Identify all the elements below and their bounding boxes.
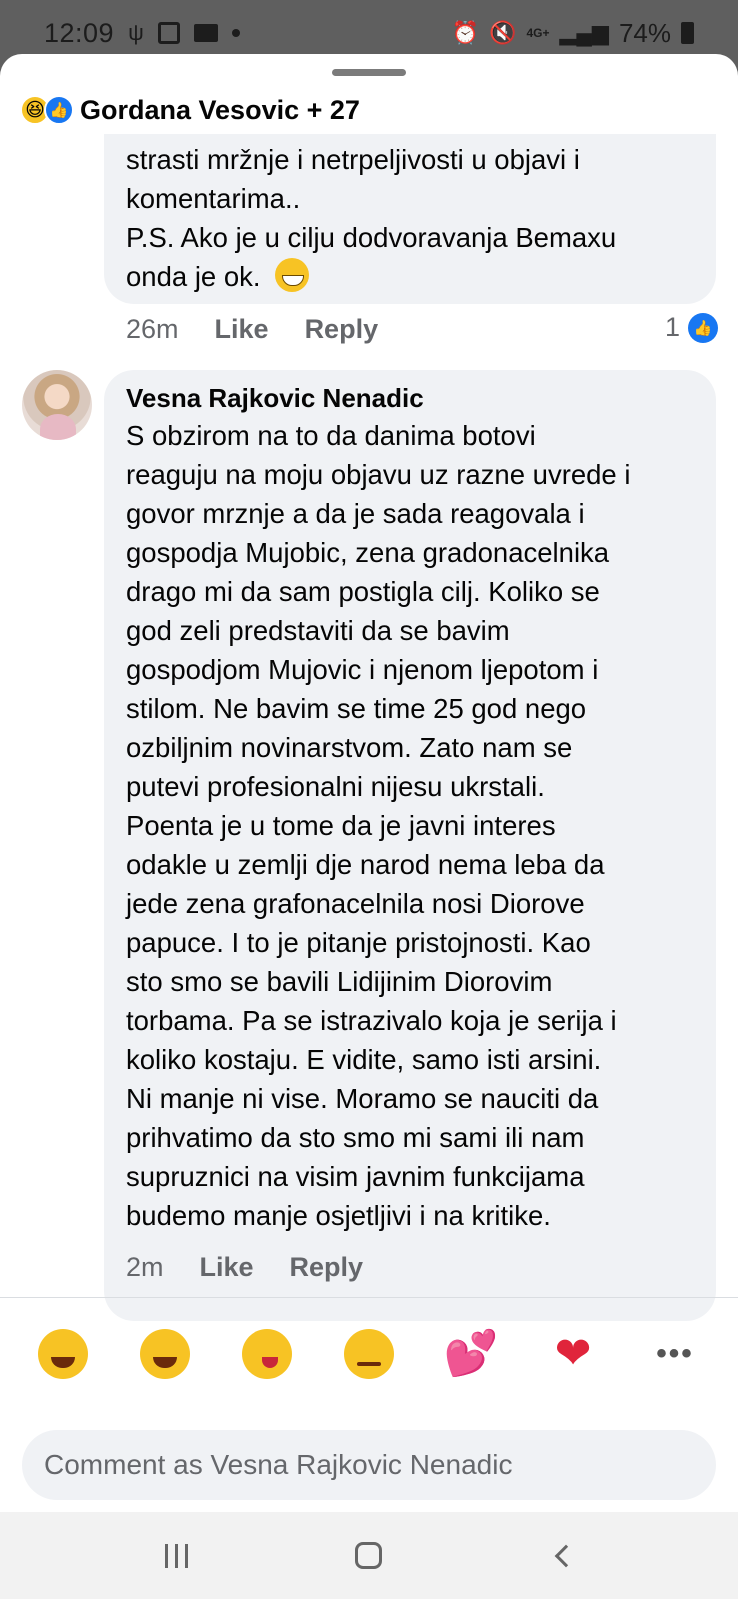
comment-line: reaguju na moju objavu uz razne uvrede i — [126, 459, 631, 490]
comment-actions: 26m Like Reply — [126, 314, 414, 345]
like-button[interactable]: Like — [200, 1252, 254, 1283]
mail-icon — [193, 24, 218, 42]
comment-line: komentarima.. — [126, 183, 301, 214]
comment-line: Ni manje ni vise. Moramo se nauciti da — [126, 1083, 599, 1114]
reply-button[interactable]: Reply — [290, 1252, 364, 1283]
dot-icon — [231, 29, 240, 37]
comment-line: papuce. I to je pitanje pristojnosti. Ka… — [126, 927, 591, 958]
comment-composer[interactable] — [22, 1430, 716, 1500]
like-badge-icon: 👍 — [688, 312, 718, 343]
comment-line: Poenta je u tome da je javni interes — [126, 810, 556, 841]
grinning-emoji-icon[interactable] — [138, 1327, 192, 1381]
comment-line: ozbiljnim novinarstvom. Zato nam se — [126, 732, 573, 763]
comment-line: gospodjom Mujovic i njenom ljepotom i — [126, 654, 599, 685]
reactors-names: Gordana Vesovic + 27 — [80, 94, 360, 125]
image-icon — [157, 22, 180, 44]
quick-emoji-bar: 💕 ❤ ••• — [0, 1324, 738, 1384]
back-icon — [554, 1544, 577, 1567]
network-label: 4G+ — [526, 26, 550, 40]
beating-heart-emoji-icon[interactable]: ❤ — [546, 1327, 600, 1381]
comment-line: onda je ok. — [126, 257, 694, 296]
avatar[interactable] — [22, 370, 92, 440]
comment-line: putevi profesionalni nijesu ukrstali. — [126, 771, 545, 802]
comment-line: gospodja Mujobic, zena gradonacelnika — [126, 537, 610, 568]
more-emojis-icon[interactable]: ••• — [648, 1327, 702, 1381]
alarm-icon: ⏰ — [451, 20, 480, 45]
navigation-bar — [0, 1512, 738, 1599]
comments-sheet: 😆 👍 Gordana Vesovic + 27 strasti mržnje … — [0, 54, 738, 1512]
comment-line: sto smo se bavili Lidijinim Diorovim — [126, 966, 553, 997]
mute-icon: 🔇 — [489, 20, 517, 45]
comment-time: 26m — [126, 314, 179, 344]
drag-handle[interactable] — [332, 69, 406, 76]
grinning-emoji-icon — [274, 258, 309, 292]
comment-line: god zeli predstaviti da se bavim — [126, 615, 510, 646]
comment-bubble[interactable]: strasti mržnje i netrpeljivosti u objavi… — [104, 134, 716, 304]
comment-line: torbama. Pa se istrazivalo koja je serij… — [126, 1005, 617, 1036]
rolling-laughing-emoji-icon[interactable] — [36, 1327, 90, 1381]
comment-line: jede zena grafonacelnila nosi Diorove — [126, 888, 585, 919]
comment-line: P.S. Ako je u cilju dodvoravanja Bemaxu — [126, 222, 617, 253]
battery-percentage: 74% — [618, 17, 671, 48]
comment-time: 2m — [126, 1252, 164, 1282]
home-icon — [355, 1542, 383, 1569]
comment-input[interactable] — [44, 1449, 694, 1481]
battery-icon — [681, 22, 694, 44]
system-icons: ⏰ 🔇 4G+ ▂▄▆ 74% — [452, 18, 694, 49]
comment-like-count[interactable]: 1 👍 — [665, 312, 718, 343]
comment-author[interactable]: Vesna Rajkovic Nenadic — [126, 380, 694, 416]
like-reaction-icon: 👍 — [44, 95, 74, 125]
notification-icons: ψ — [128, 20, 240, 46]
back-button[interactable] — [532, 1531, 592, 1581]
comment-line-text: onda je ok. — [126, 261, 261, 292]
comment-line: strasti mržnje i netrpeljivosti u objavi… — [126, 144, 580, 175]
reply-button[interactable]: Reply — [305, 314, 379, 345]
comment-line: govor mrznje a da je sada reagovala i — [126, 498, 585, 529]
signal-icon: ▂▄▆ — [559, 20, 609, 45]
like-count-number: 1 — [664, 312, 680, 342]
comment-line: drago mi da sam postigla cilj. Koliko se — [126, 576, 600, 607]
comment-line: S obzirom na to da danima botovi — [126, 420, 536, 451]
comment-line: koliko kostaju. E vidite, samo isti arsi… — [126, 1044, 602, 1075]
comment-bubble[interactable]: Vesna Rajkovic Nenadic S obzirom na to d… — [104, 370, 716, 1321]
recent-apps-icon — [164, 1543, 188, 1568]
status-time: 12:09 — [44, 17, 115, 48]
thinking-emoji-icon[interactable] — [342, 1327, 396, 1381]
recent-apps-button[interactable] — [146, 1531, 206, 1581]
home-button[interactable] — [339, 1531, 399, 1581]
winking-tongue-emoji-icon[interactable] — [240, 1327, 294, 1381]
two-hearts-emoji-icon[interactable]: 💕 — [444, 1327, 499, 1381]
divider — [0, 1297, 738, 1298]
reactions-header[interactable]: 😆 👍 Gordana Vesovic + 27 — [20, 92, 360, 128]
usb-icon: ψ — [128, 20, 144, 45]
comment-line: stilom. Ne bavim se time 25 god nego — [126, 693, 587, 724]
comment-line: supruznici na visim javnim funkcijama — [126, 1161, 585, 1192]
like-button[interactable]: Like — [215, 314, 269, 345]
comment-line: budemo manje osjetljivi i na kritike. — [126, 1200, 551, 1231]
comment-line: odakle u zemlji dje narod nema leba da — [126, 849, 605, 880]
comment-line: prihvatimo da sto smo mi sami ili nam — [126, 1122, 585, 1153]
comment-actions: 2m Like Reply — [126, 1252, 399, 1283]
